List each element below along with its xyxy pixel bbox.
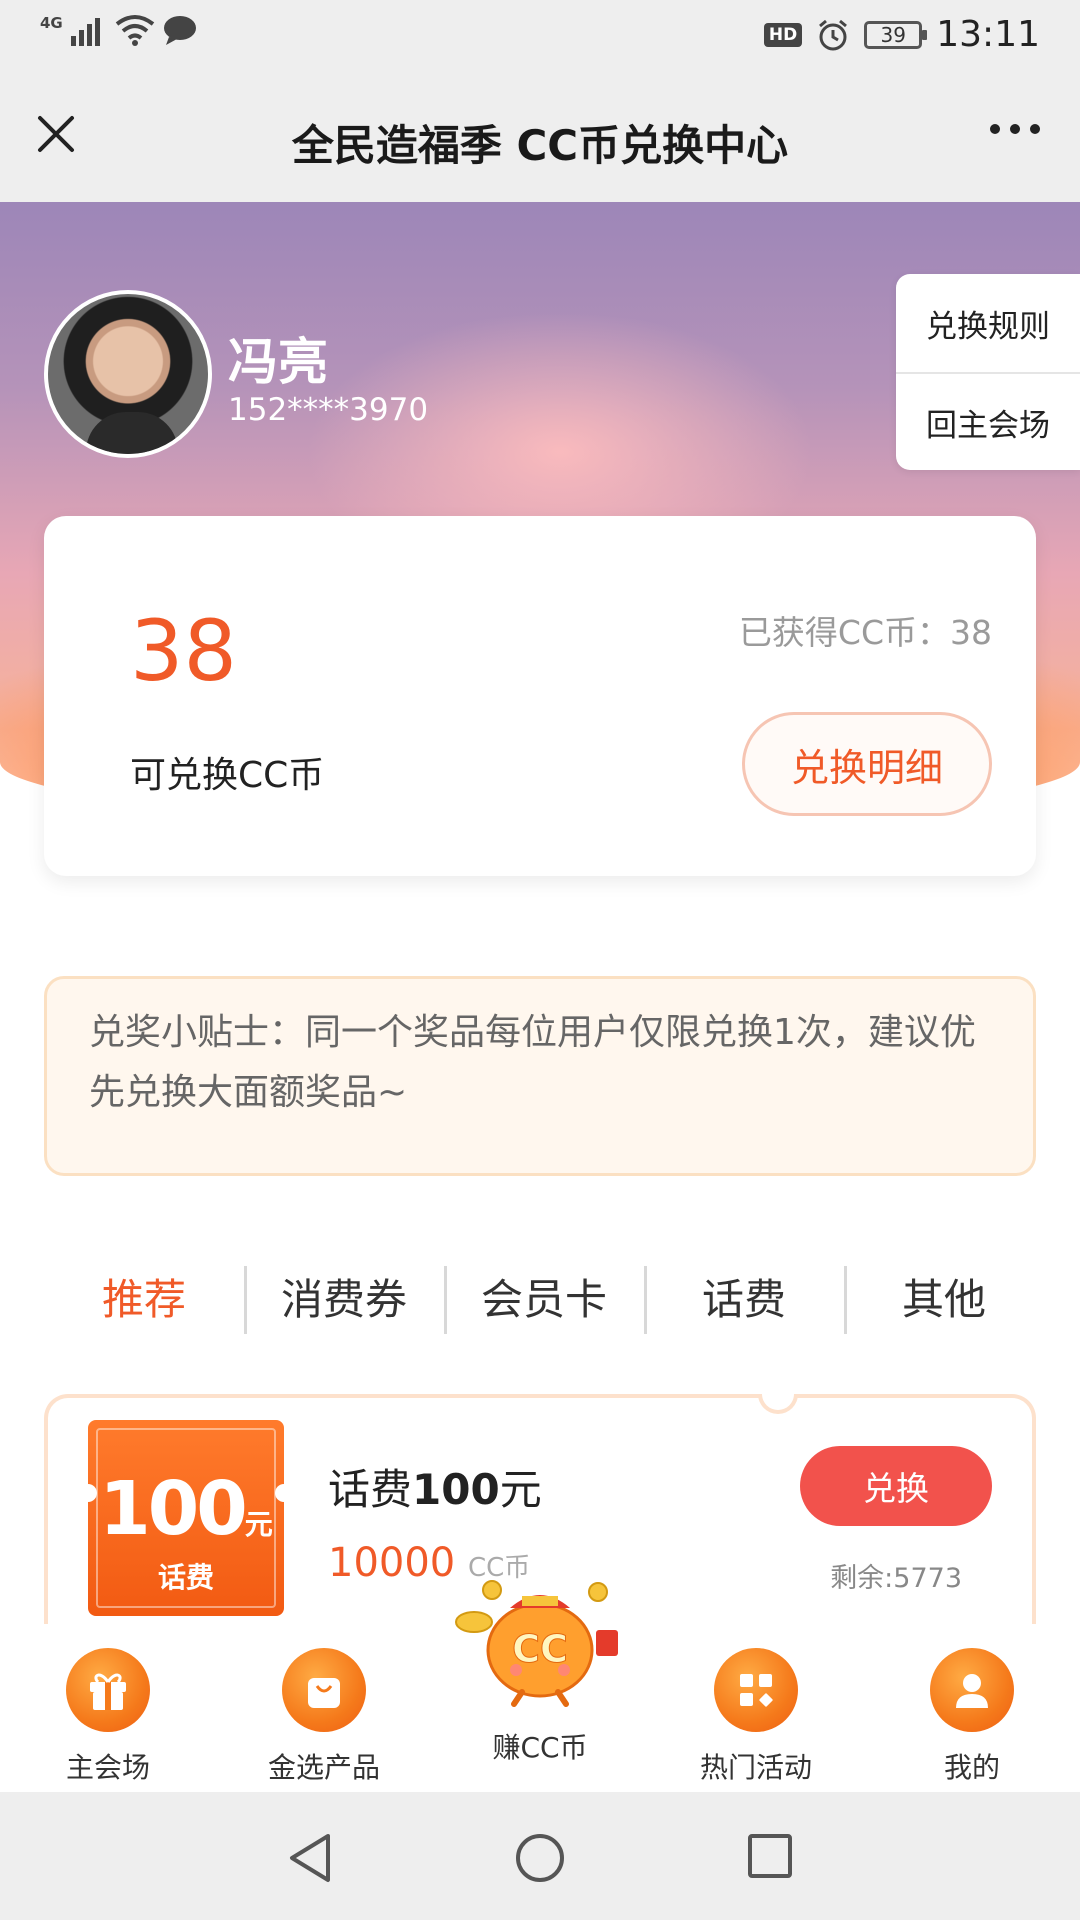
avatar bbox=[44, 290, 212, 458]
status-left: 4G bbox=[40, 14, 197, 46]
tab-membership[interactable]: 会员卡 bbox=[444, 1262, 644, 1338]
tab-coupons[interactable]: 消费券 bbox=[244, 1262, 444, 1338]
rules-button[interactable]: 兑换规则 bbox=[896, 274, 1080, 372]
nav-main-venue[interactable]: 主会场 bbox=[18, 1648, 198, 1786]
category-tabs: 推荐 消费券 会员卡 话费 其他 bbox=[44, 1262, 1044, 1338]
exchange-detail-button[interactable]: 兑换明细 bbox=[742, 712, 992, 816]
remaining-stock: 剩余:5773 bbox=[830, 1563, 962, 1594]
nav-label: 赚CC币 bbox=[492, 1731, 588, 1764]
coupon-amount: 100元 bbox=[99, 1466, 273, 1552]
user-name: 冯亮 bbox=[228, 333, 328, 391]
hd-badge: HD bbox=[763, 22, 803, 47]
nav-earn-coins[interactable]: CC 赚CC币 bbox=[450, 1580, 630, 1766]
wifi-icon bbox=[115, 15, 154, 46]
balance-label: 可兑换CC币 bbox=[130, 755, 325, 796]
tab-recommend[interactable]: 推荐 bbox=[44, 1262, 244, 1338]
product-title: 话费100元 bbox=[328, 1465, 542, 1514]
network-label: 4G bbox=[40, 14, 63, 32]
shopping-bag-icon bbox=[282, 1648, 366, 1732]
gift-icon bbox=[66, 1648, 150, 1732]
back-main-button[interactable]: 回主会场 bbox=[896, 372, 1080, 470]
side-menu: 兑换规则 回主会场 bbox=[896, 274, 1080, 470]
exchange-button[interactable]: 兑换 bbox=[800, 1446, 992, 1526]
battery-icon: 39 bbox=[864, 20, 928, 49]
card-notch bbox=[758, 1394, 798, 1414]
status-bar: 4G HD 39 13:11 bbox=[0, 0, 1080, 72]
coupon-image: 100元 话费 bbox=[79, 1420, 293, 1616]
nav-label: 金选产品 bbox=[267, 1751, 380, 1784]
tab-phone-credit[interactable]: 话费 bbox=[644, 1262, 844, 1338]
recents-icon[interactable] bbox=[746, 1832, 794, 1880]
home-icon[interactable] bbox=[514, 1832, 566, 1884]
alarm-icon bbox=[819, 19, 848, 50]
apps-grid-icon bbox=[714, 1648, 798, 1732]
title-bar: 全民造福季 CC币兑换中心 bbox=[0, 72, 1080, 202]
nav-selected-products[interactable]: 金选产品 bbox=[234, 1648, 414, 1786]
svg-text:CC: CC bbox=[512, 1627, 568, 1671]
system-nav-bar bbox=[0, 1792, 1080, 1920]
nav-mine[interactable]: 我的 bbox=[882, 1648, 1062, 1786]
status-right: HD 39 13:11 bbox=[763, 14, 1040, 55]
balance-amount: 38 bbox=[130, 602, 237, 700]
page-title: 全民造福季 CC币兑换中心 bbox=[291, 121, 789, 170]
nav-label: 我的 bbox=[943, 1751, 1000, 1784]
bottom-nav: 主会场 金选产品 CC 赚CC币 热门活动 我的 bbox=[0, 1580, 1080, 1792]
nav-hot-activities[interactable]: 热门活动 bbox=[666, 1648, 846, 1786]
coupon-label: 话费 bbox=[157, 1561, 214, 1594]
nav-label: 主会场 bbox=[65, 1751, 150, 1784]
tab-other[interactable]: 其他 bbox=[844, 1262, 1044, 1338]
nav-label: 热门活动 bbox=[699, 1751, 812, 1784]
exchange-tip: 兑奖小贴士：同一个奖品每位用户仅限兑换1次，建议优先兑换大面额奖品~ bbox=[44, 976, 1036, 1176]
user-phone: 152****3970 bbox=[228, 392, 429, 428]
signal-icon bbox=[70, 18, 100, 46]
message-icon bbox=[163, 16, 196, 45]
balance-card: 38 可兑换CC币 已获得CC币：38 兑换明细 bbox=[44, 516, 1036, 876]
status-time: 13:11 bbox=[936, 14, 1040, 55]
more-icon[interactable] bbox=[990, 124, 1040, 134]
user-icon bbox=[930, 1648, 1014, 1732]
back-icon[interactable] bbox=[286, 1832, 334, 1884]
coin-mascot-icon: CC bbox=[455, 1580, 618, 1707]
earned-coins: 已获得CC币：38 bbox=[738, 613, 992, 652]
